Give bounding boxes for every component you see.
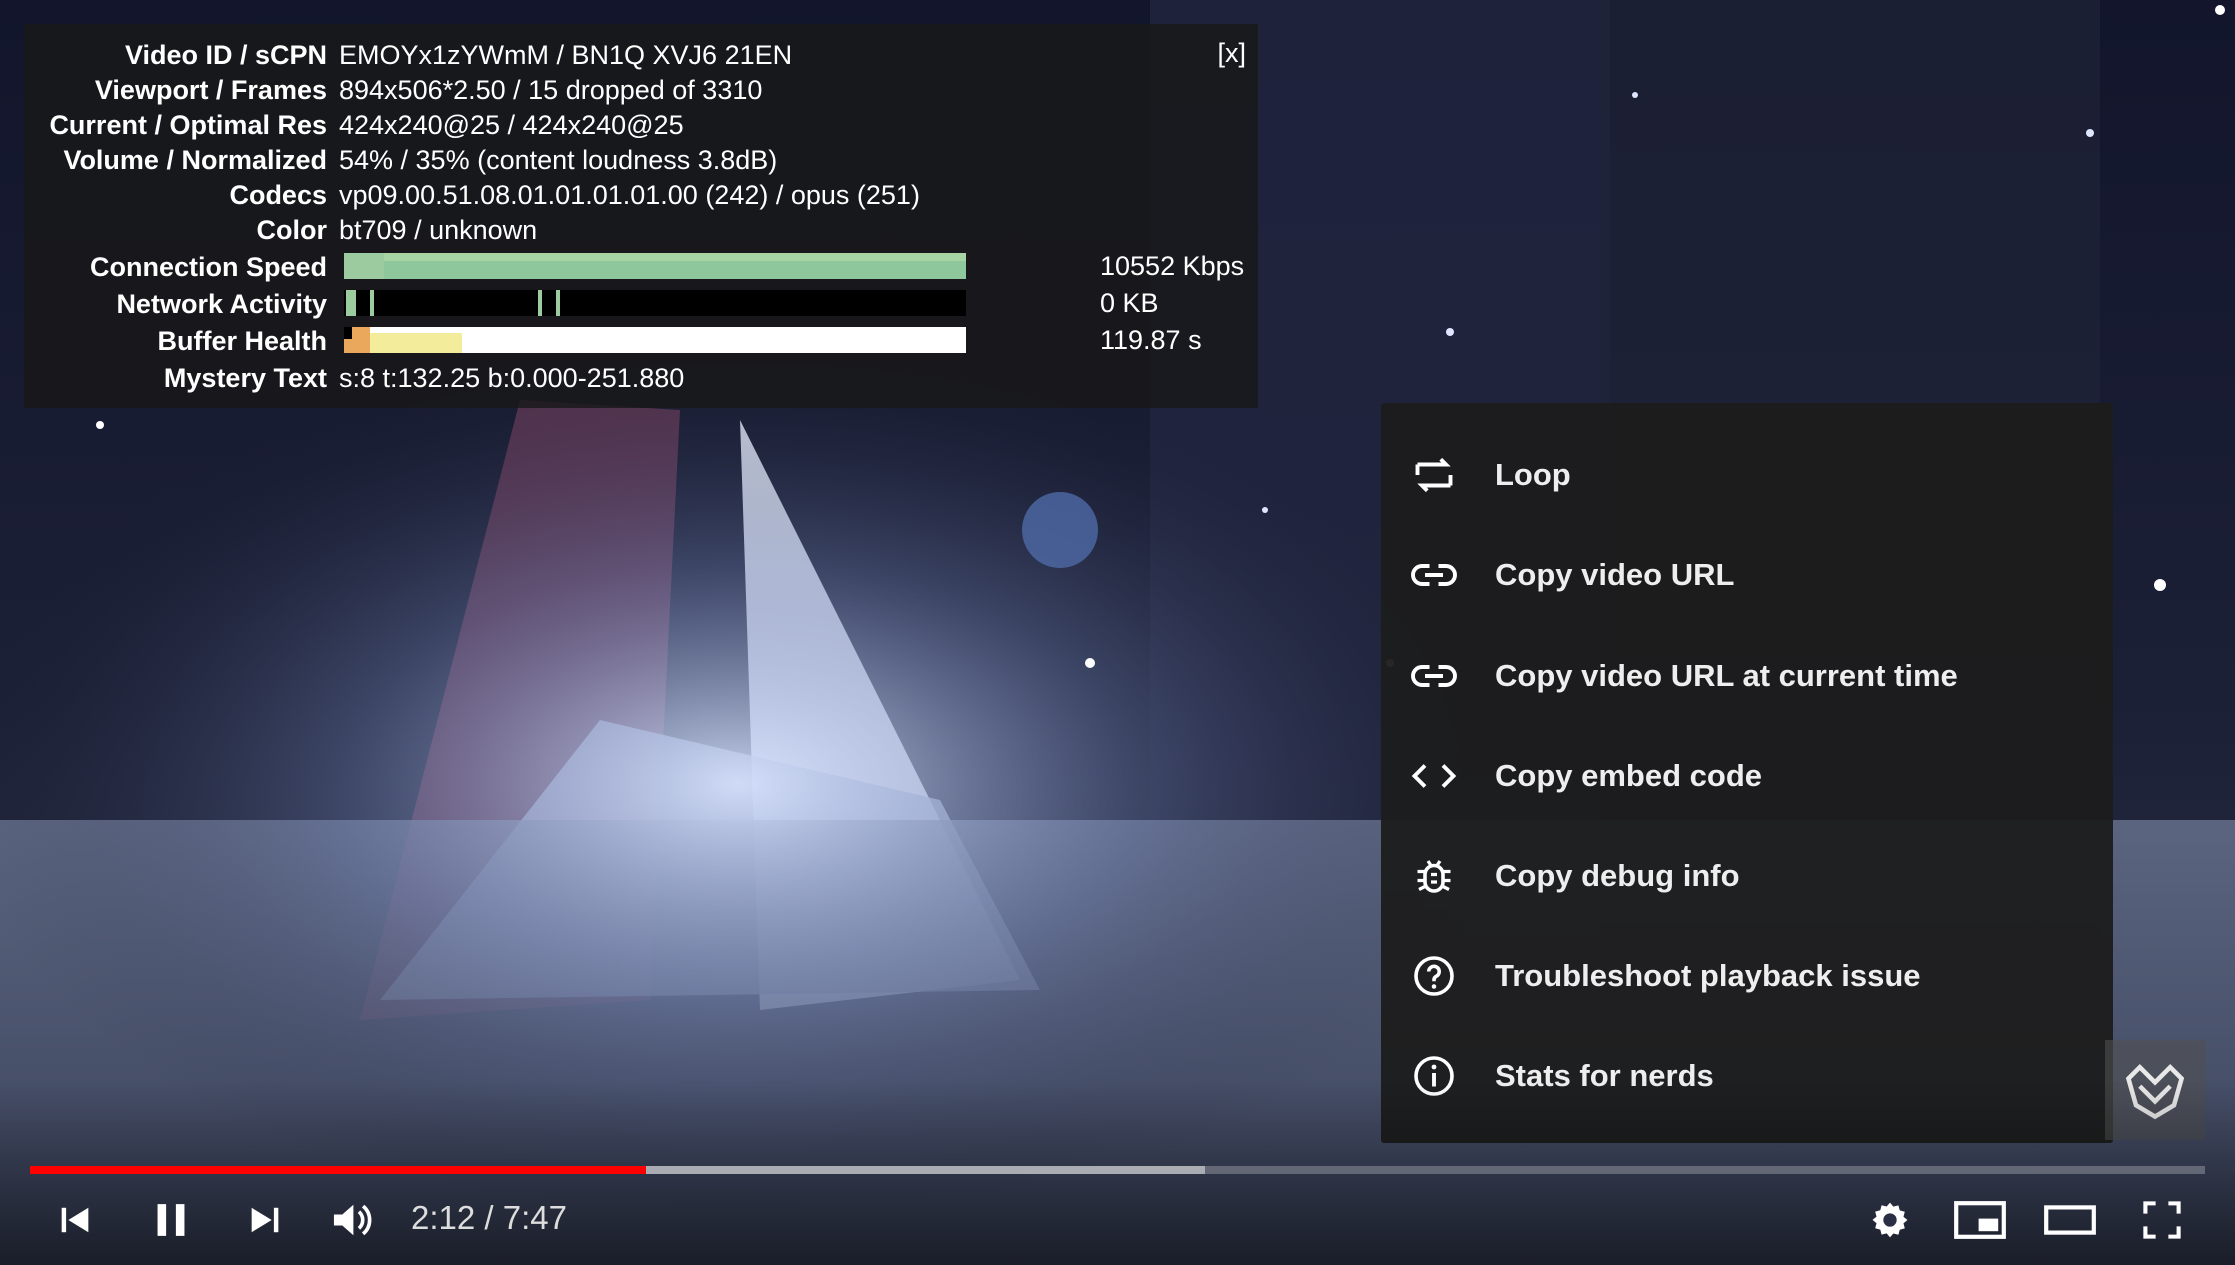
buffer-health-value: 119.87 s: [1100, 325, 1202, 355]
stat-value: 54% / 35% (content loudness 3.8dB): [339, 145, 778, 175]
link-icon: [1407, 649, 1461, 703]
context-menu: Loop Copy video URL Copy video URL at cu…: [1381, 403, 2113, 1143]
stat-row-connection-speed: Connection Speed: [24, 250, 339, 285]
connection-speed-value: 10552 Kbps: [1100, 251, 1245, 281]
previous-button[interactable]: [50, 1190, 100, 1250]
stat-label: Connection Speed: [89, 252, 327, 282]
stat-label: Codecs: [229, 180, 327, 210]
help-circle-icon: [1407, 949, 1461, 1003]
skip-next-icon: [251, 1207, 279, 1233]
theater-mode-button[interactable]: [2040, 1190, 2100, 1250]
stat-value: s:8 t:132.25 b:0.000-251.880: [339, 363, 685, 393]
menu-item-label: Copy video URL at current time: [1495, 658, 1958, 693]
stat-label: Current / Optimal Res: [49, 110, 327, 140]
stat-row-codecs: Codecs vp09.00.51.08.01.01.01.01.00 (242…: [24, 178, 920, 213]
stat-label: Network Activity: [116, 289, 327, 319]
stat-label: Viewport / Frames: [94, 75, 327, 105]
fullscreen-icon: [2143, 1201, 2181, 1239]
menu-item-copy-debug-info[interactable]: Copy debug info: [1381, 826, 2113, 926]
stat-value: EMOYx1zYWmM / BN1Q XVJ6 21EN: [339, 40, 793, 70]
stat-row-video-id: Video ID / sCPN EMOYx1zYWmM / BN1Q XVJ6 …: [24, 38, 792, 73]
loop-icon: [1407, 448, 1461, 502]
stat-row-viewport: Viewport / Frames 894x506*2.50 / 15 drop…: [24, 73, 762, 108]
next-button[interactable]: [240, 1190, 290, 1250]
menu-item-loop[interactable]: Loop: [1381, 425, 2113, 525]
menu-item-copy-video-url[interactable]: Copy video URL: [1381, 525, 2113, 625]
stats-for-nerds-panel: [x] Video ID / sCPN EMOYx1zYWmM / BN1Q X…: [24, 24, 1258, 408]
video-player[interactable]: [x] Video ID / sCPN EMOYx1zYWmM / BN1Q X…: [0, 0, 2235, 1265]
link-icon: [1407, 548, 1461, 602]
menu-item-label: Copy embed code: [1495, 758, 1762, 793]
volume-icon: [333, 1204, 372, 1236]
embed-code-icon: [1407, 749, 1461, 803]
stat-value: bt709 / unknown: [339, 215, 538, 245]
gear-icon: [1872, 1202, 1908, 1238]
menu-item-copy-embed-code[interactable]: Copy embed code: [1381, 726, 2113, 826]
mute-button[interactable]: [324, 1190, 380, 1250]
stat-label: Mystery Text: [163, 363, 327, 393]
stat-row-resolution: Current / Optimal Res 424x240@25 / 424x2…: [24, 108, 684, 143]
buffer-health-graph: [344, 327, 966, 353]
bug-icon: [1407, 849, 1461, 903]
pause-icon: [157, 1204, 185, 1236]
menu-item-troubleshoot[interactable]: Troubleshoot playback issue: [1381, 926, 2113, 1026]
menu-item-label: Loop: [1495, 457, 1571, 492]
stat-row-network-activity: Network Activity: [24, 287, 339, 322]
progress-bar[interactable]: [30, 1166, 2205, 1174]
stat-label: Video ID / sCPN: [124, 40, 327, 70]
menu-item-label: Copy debug info: [1495, 858, 1740, 893]
network-activity-graph: [344, 290, 966, 316]
settings-button[interactable]: [1862, 1190, 1918, 1250]
stat-row-buffer-health: Buffer Health: [24, 324, 339, 359]
miniplayer-icon: [1954, 1201, 2006, 1239]
skip-previous-icon: [61, 1207, 89, 1233]
stat-row-color: Color bt709 / unknown: [24, 213, 538, 248]
stat-value: vp09.00.51.08.01.01.01.01.00 (242) / opu…: [339, 180, 920, 210]
stat-row-mystery-text: Mystery Text s:8 t:132.25 b:0.000-251.88…: [24, 361, 684, 396]
fullscreen-button[interactable]: [2134, 1190, 2190, 1250]
stat-label: Color: [256, 215, 328, 245]
time-display: 2:12 / 7:47: [411, 1199, 567, 1236]
theater-mode-icon: [2044, 1205, 2096, 1235]
pause-button[interactable]: [143, 1190, 199, 1250]
progress-played: [30, 1166, 646, 1174]
stat-value: 424x240@25 / 424x240@25: [339, 110, 684, 140]
connection-speed-graph: [344, 253, 966, 279]
menu-item-label: Troubleshoot playback issue: [1495, 958, 1921, 993]
stat-label: Volume / Normalized: [63, 145, 327, 175]
stats-close-button[interactable]: [x]: [1217, 38, 1246, 69]
network-activity-value: 0 KB: [1100, 288, 1159, 318]
stat-row-volume: Volume / Normalized 54% / 35% (content l…: [24, 143, 777, 178]
miniplayer-button[interactable]: [1950, 1190, 2010, 1250]
stat-label: Buffer Health: [157, 326, 327, 356]
stat-value: 894x506*2.50 / 15 dropped of 3310: [339, 75, 763, 105]
menu-item-copy-video-url-at-time[interactable]: Copy video URL at current time: [1381, 626, 2113, 726]
menu-item-label: Copy video URL: [1495, 557, 1735, 592]
